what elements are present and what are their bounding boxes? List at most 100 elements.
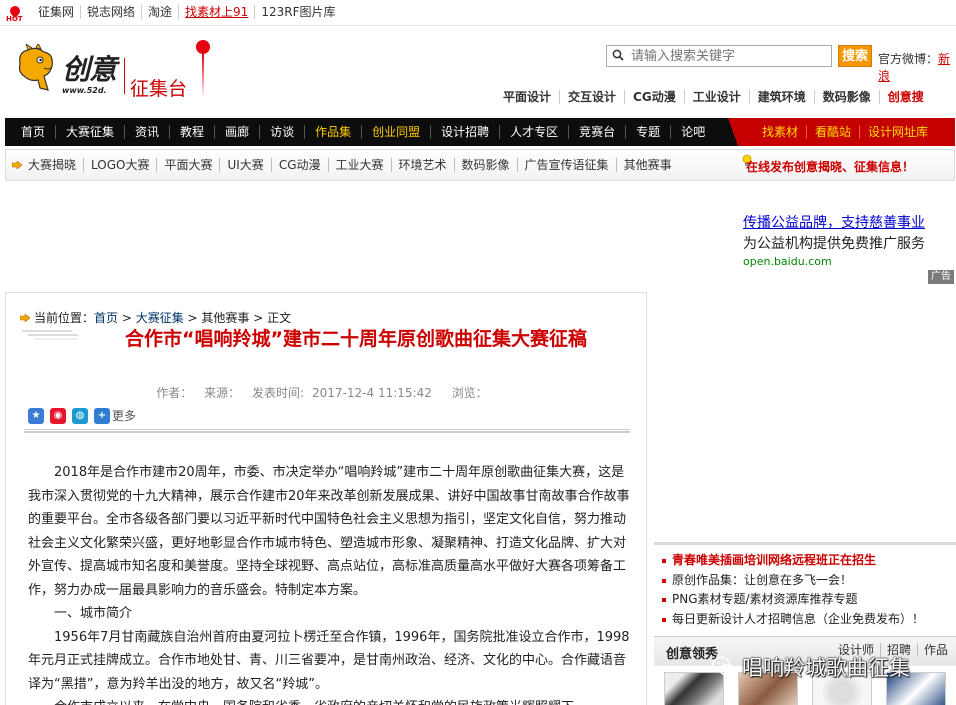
subnav-item[interactable]: 其他赛事 [617, 158, 679, 172]
top-link-highlight[interactable]: 找素材上91 [179, 5, 256, 19]
text-ad[interactable]: 传播公益品牌，支持慈善事业 为公益机构提供免费推广服务 open.baidu.c… [743, 212, 925, 268]
side-promo-item[interactable]: 原创作品集：让创意在多飞一会！ [662, 571, 924, 591]
ad-badge: 广告 [928, 270, 954, 284]
wechat-watermark: 唱响羚城歌曲征集 [712, 652, 910, 682]
lantern-string [202, 54, 204, 98]
top-links-bar: HOT 征集网 锐志网络 淘途 找素材上91 123RF图片库 [0, 0, 956, 26]
category-link[interactable]: CG动漫 [625, 90, 685, 104]
article-paragraph: 合作市成立以来，在党中央、国务院和省委、省政府的亲切关怀和党的民族政策光辉照耀下… [28, 696, 634, 705]
category-nav: 平面设计 交互设计 CG动漫 工业设计 建筑环境 数码影像 创意搜 [495, 90, 924, 104]
article-paragraph: 1956年7月甘南藏族自治州首府由夏河拉卜楞迁至合作镇，1996年，国务院批准设… [28, 629, 630, 692]
nav-item-highlight[interactable]: 创业同盟 [362, 125, 432, 139]
source-label: 来源： [204, 386, 241, 400]
breadcrumb-sep: > [183, 311, 202, 325]
subnav-item[interactable]: 工业大赛 [329, 158, 392, 172]
top-links: 征集网 锐志网络 淘途 找素材上91 123RF图片库 [38, 5, 341, 19]
author-label: 作者： [156, 386, 193, 400]
category-link-creative-search[interactable]: 创意搜 [880, 90, 924, 104]
weibo-link-group: 官方微博：新浪 [878, 50, 956, 84]
side-promo-item[interactable]: PNG素材专题/素材资源库推荐专题 [662, 590, 924, 610]
sub-nav: 大赛揭晓 LOGO大赛 平面大赛 UI大赛 CG动漫 工业大赛 环境艺术 数码影… [5, 149, 955, 181]
article-title: 合作市“唱响羚城”建市二十周年原创歌曲征集大赛征稿 [125, 328, 587, 350]
nav-right-red: 找素材 看酷站 设计网址库 [728, 118, 955, 146]
nav-item[interactable]: 竞赛台 [569, 125, 627, 139]
subnav-item[interactable]: 平面大赛 [157, 158, 221, 172]
share-more-link[interactable]: 更多 [112, 407, 136, 424]
category-link[interactable]: 平面设计 [495, 90, 561, 104]
nav-item-home[interactable]: 首页 [11, 125, 57, 139]
side-promo-list: 青春唯美插画培训网络远程班正在招生 原创作品集：让创意在多飞一会！ PNG素材专… [654, 542, 956, 636]
nav-item[interactable]: 人才专区 [500, 125, 570, 139]
nav-item[interactable]: 专题 [626, 125, 672, 139]
nav-item[interactable]: 论吧 [671, 125, 715, 139]
subnav-item[interactable]: 广告宣传语征集 [518, 158, 617, 172]
dragon-mascot-icon [18, 44, 53, 91]
wechat-icon [712, 656, 736, 677]
article-meta: 作者： 来源： 发表时间: 2017-12-4 11:15:42 浏览： [6, 384, 646, 401]
breadcrumb-other[interactable]: 其他赛事 [201, 311, 249, 325]
article-body: 2018年是合作市建市20周年，市委、市决定举办“唱响羚城”建市二十周年原创歌曲… [28, 461, 634, 705]
search-icon [612, 49, 624, 61]
nav-item-cool-sites[interactable]: 看酷站 [807, 125, 861, 139]
nav-item[interactable]: 大赛征集 [56, 125, 126, 139]
main-nav: 首页 大赛征集 资讯 教程 画廊 访谈 作品集 创业同盟 设计招聘 人才专区 竞… [5, 118, 955, 146]
ad-headline[interactable]: 传播公益品牌，支持慈善事业 [743, 212, 925, 232]
nav-item-design-links[interactable]: 设计网址库 [860, 125, 936, 139]
nav-item[interactable]: 设计招聘 [431, 125, 501, 139]
top-link[interactable]: 淘途 [142, 5, 180, 19]
ad-url[interactable]: open.baidu.com [743, 255, 925, 268]
nav-item-highlight[interactable]: 作品集 [305, 125, 363, 139]
breadcrumb-sep: > [249, 311, 268, 325]
side-promo-item[interactable]: 每日更新设计人才招聘信息（企业免费发布）！ [662, 610, 924, 630]
breadcrumb-sep: > [118, 311, 136, 325]
breadcrumb: 当前位置：首页 > 大赛征集 > 其他赛事 > 正文 [20, 309, 291, 326]
subnav-item[interactable]: 数码影像 [455, 158, 518, 172]
logo-text: 创意 [62, 53, 117, 86]
nav-item[interactable]: 教程 [170, 125, 216, 139]
article-paragraph: 2018年是合作市建市20周年，市委、市决定举办“唱响羚城”建市二十周年原创歌曲… [28, 465, 630, 598]
breadcrumb-home[interactable]: 首页 [94, 311, 118, 325]
nav-item[interactable]: 资讯 [125, 125, 171, 139]
publish-date: 2017-12-4 11:15:42 [312, 386, 432, 400]
category-link[interactable]: 建筑环境 [750, 90, 815, 104]
breadcrumb-contests[interactable]: 大赛征集 [136, 311, 184, 325]
search-input[interactable] [631, 47, 827, 65]
publish-notice-link[interactable]: 在线发布创意揭晓、征集信息！ [746, 158, 914, 175]
subnav-item[interactable]: LOGO大赛 [84, 158, 158, 172]
lantern-icon [196, 40, 210, 54]
arrow-right-icon [12, 161, 22, 169]
share-bar: ★ ◉ ◍ + 更多 [28, 407, 136, 424]
breadcrumb-current: 正文 [267, 311, 292, 325]
creative-showcase-title: 创意领秀 [666, 647, 719, 662]
subnav-item[interactable]: 环境艺术 [392, 158, 455, 172]
site-logo[interactable]: 创意 www.52d. 征集台 [10, 36, 220, 106]
logo-url: www.52d. [62, 86, 107, 95]
search-box [606, 45, 832, 67]
article-panel: 当前位置：首页 > 大赛征集 > 其他赛事 > 正文 合作市“唱响羚城”建市二十… [5, 292, 647, 705]
category-link[interactable]: 交互设计 [560, 90, 626, 104]
tab-works[interactable]: 作品 [918, 643, 954, 657]
nav-item[interactable]: 画廊 [215, 125, 261, 139]
nav-item[interactable]: 访谈 [260, 125, 306, 139]
top-link[interactable]: 锐志网络 [81, 5, 143, 19]
subnav-item[interactable]: 大赛揭晓 [28, 158, 85, 172]
qzone-share-icon[interactable]: ★ [28, 407, 44, 424]
subnav-item[interactable]: CG动漫 [272, 158, 329, 172]
breadcrumb-label: 当前位置： [34, 311, 95, 325]
ad-description: 为公益机构提供免费推广服务 [743, 236, 925, 252]
top-link[interactable]: 征集网 [38, 5, 82, 19]
side-promo-item[interactable]: 青春唯美插画培训网络远程班正在招生 [662, 551, 924, 571]
search-button[interactable]: 搜索 [838, 45, 872, 67]
views-label: 浏览： [451, 386, 488, 400]
top-link[interactable]: 123RF图片库 [255, 5, 341, 19]
subnav-item[interactable]: UI大赛 [220, 158, 272, 172]
plus-share-icon[interactable]: + [94, 407, 110, 424]
article-section-heading: 一、城市简介 [54, 606, 133, 621]
weibo-share-icon[interactable]: ◉ [50, 407, 66, 424]
category-link[interactable]: 数码影像 [815, 90, 880, 104]
nav-item-materials[interactable]: 找素材 [754, 125, 808, 139]
logo-subtitle: 征集台 [130, 78, 188, 100]
category-link[interactable]: 工业设计 [685, 90, 750, 104]
logo-divider [124, 58, 125, 94]
tencent-share-icon[interactable]: ◍ [72, 407, 88, 424]
